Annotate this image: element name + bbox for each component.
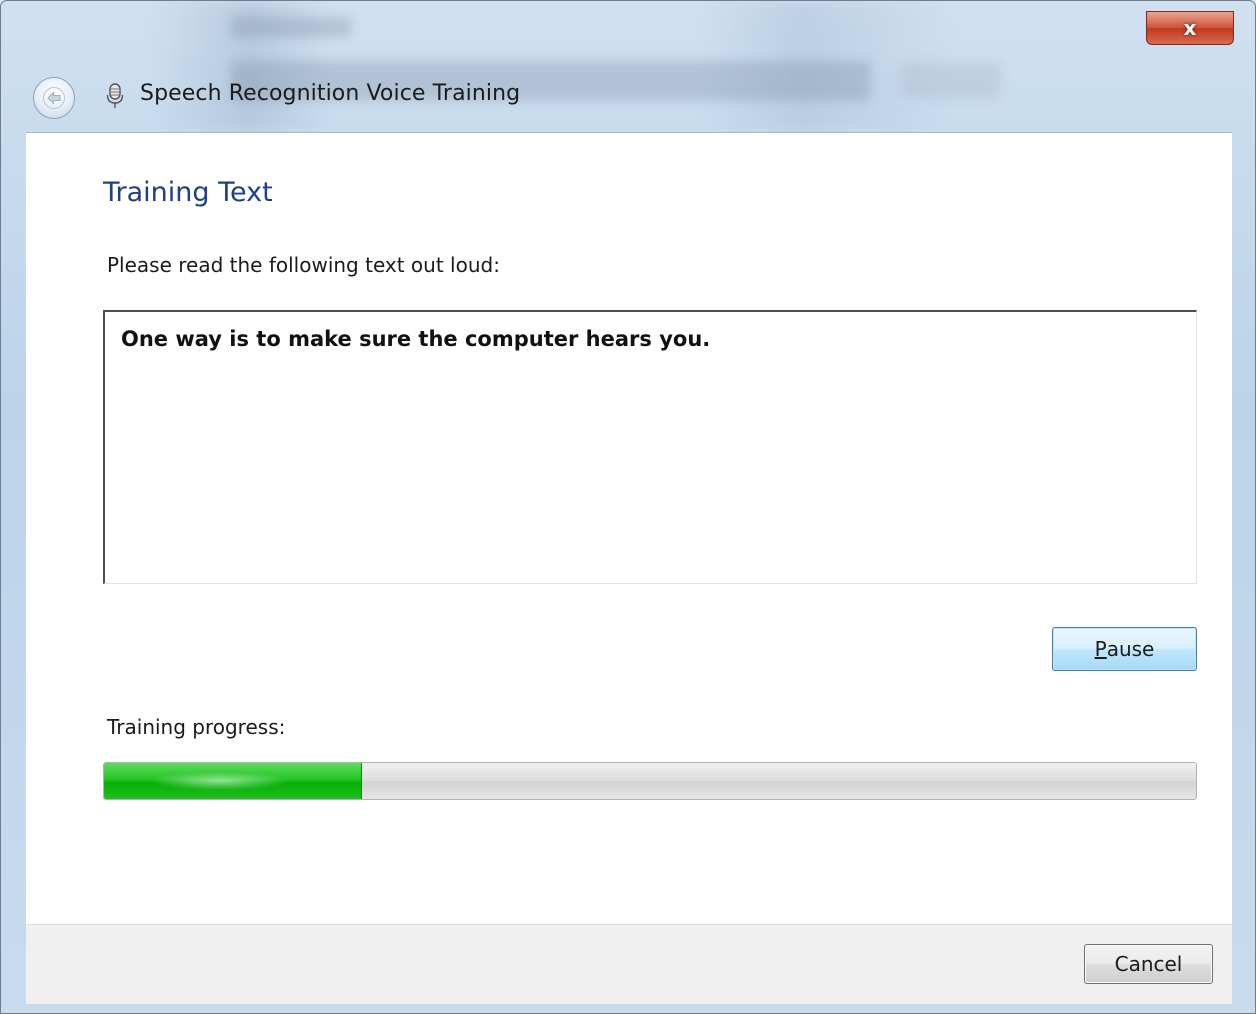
training-progress-bar: [103, 762, 1197, 800]
training-text-box: One way is to make sure the computer hea…: [103, 310, 1197, 584]
progress-label: Training progress:: [107, 715, 286, 739]
back-arrow-icon: [43, 87, 65, 109]
cancel-button[interactable]: Cancel: [1084, 944, 1213, 984]
page-heading: Training Text: [103, 177, 273, 208]
back-button[interactable]: [33, 77, 75, 119]
close-icon: x: [1183, 16, 1197, 40]
pause-button[interactable]: Pause: [1052, 627, 1197, 671]
blurred-background-label: [231, 17, 351, 37]
instruction-label: Please read the following text out loud:: [107, 253, 500, 277]
training-text: One way is to make sure the computer hea…: [121, 327, 711, 351]
wizard-footer: Cancel: [26, 924, 1232, 1004]
blurred-background-button: [901, 63, 1001, 99]
wizard-content: Training Text Please read the following …: [26, 132, 1232, 925]
close-button[interactable]: x: [1146, 11, 1234, 45]
window-title: Speech Recognition Voice Training: [140, 81, 521, 106]
wizard-window: x Speech Recognition Voice Training Trai…: [0, 0, 1256, 1014]
progress-fill: [104, 763, 362, 799]
pause-label-rest: ause: [1106, 637, 1155, 661]
microphone-icon: [106, 83, 124, 108]
pause-accesskey: P: [1094, 637, 1107, 661]
